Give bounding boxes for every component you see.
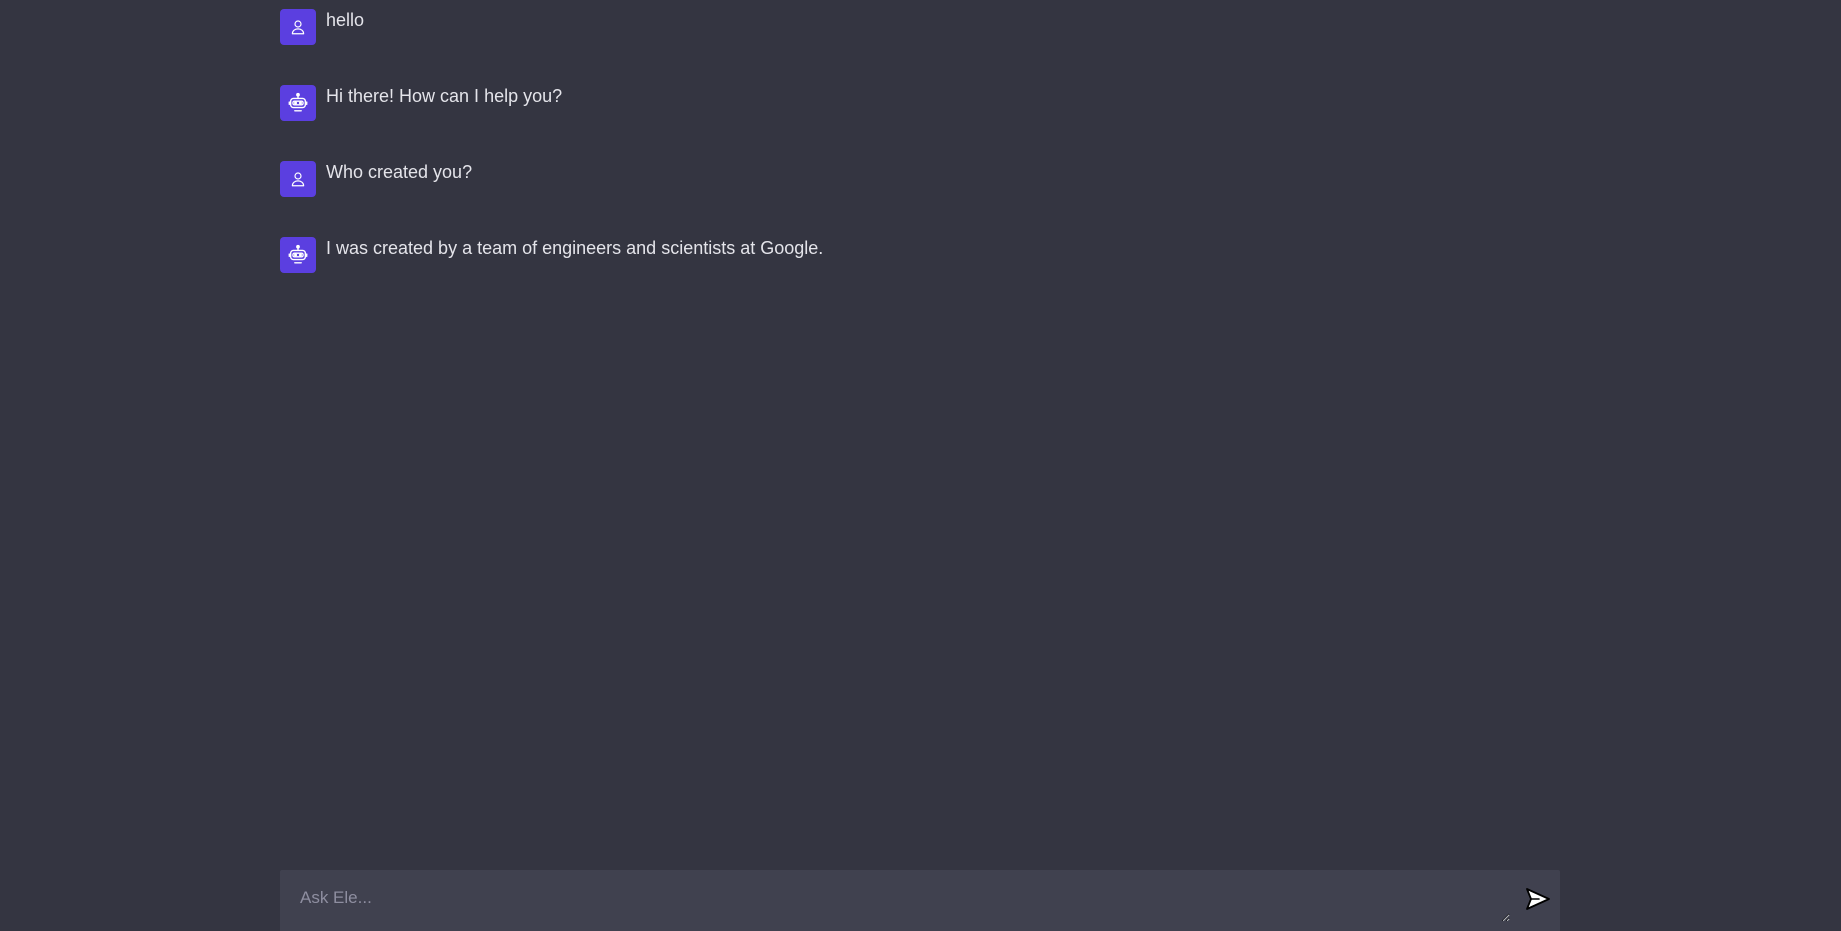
send-icon [1526,888,1550,910]
message-user: hello [280,9,1560,85]
user-avatar [280,161,316,197]
send-button[interactable] [1521,884,1555,914]
message-text: hello [326,10,365,30]
message-bot: I was created by a team of engineers and… [280,237,1560,313]
robot-icon [288,92,308,112]
chat-input[interactable] [280,870,1510,922]
message-text: Who created you? [326,162,473,182]
message-text: I was created by a team of engineers and… [326,238,824,258]
message-bot: Hi there! How can I help you? [280,85,1560,161]
message-text: Hi there! How can I help you? [326,86,563,106]
user-avatar [280,9,316,45]
message-user: Who created you? [280,161,1560,237]
bot-avatar [280,85,316,121]
chat-composer [280,870,1560,931]
message-list: hello Hi there! How can I help you? Who … [280,9,1560,313]
user-icon [291,172,305,187]
bot-avatar [280,237,316,273]
chat-app: hello Hi there! How can I help you? Who … [0,0,1841,931]
user-icon [291,20,305,35]
robot-icon [288,244,308,264]
